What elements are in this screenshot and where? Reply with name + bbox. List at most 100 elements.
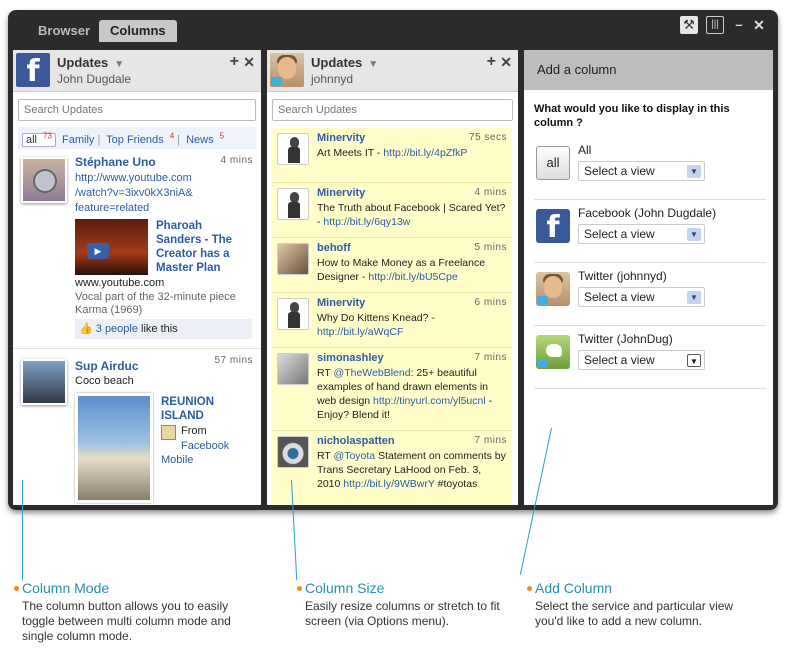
tweet-feed: Minervity 75 secs Art Meets IT - http://… bbox=[272, 128, 512, 505]
twitter-user-icon[interactable] bbox=[536, 272, 570, 306]
tweet-link[interactable]: http://bit.ly/bU5Cpe bbox=[368, 271, 457, 283]
tweet-time: 7 mins bbox=[474, 352, 507, 363]
callout-title: Add Column bbox=[535, 580, 613, 596]
all-button[interactable]: all bbox=[536, 146, 570, 180]
view-select[interactable]: Select a view ▼ bbox=[578, 350, 705, 370]
avatar[interactable] bbox=[21, 157, 67, 203]
tweet-mention[interactable]: @TheWebBlend bbox=[334, 367, 411, 379]
caption-line: Karma (1969) bbox=[75, 304, 143, 316]
mobile-upload-icon bbox=[161, 425, 176, 440]
wrench-icon[interactable]: ⚒ bbox=[680, 16, 698, 34]
list-item: Sup Airduc 57 mins Coco beach REUNION IS… bbox=[13, 349, 261, 505]
tweet-time: 75 secs bbox=[469, 132, 507, 143]
divider: | bbox=[177, 133, 181, 146]
close-column-icon[interactable]: ✕ bbox=[500, 54, 512, 71]
tweet-author[interactable]: Minervity bbox=[317, 297, 365, 309]
album-line: REUNION bbox=[161, 396, 215, 408]
chevron-down-icon[interactable]: ▼ bbox=[114, 59, 124, 70]
tweet-link[interactable]: http://bit.ly/4pZfkP bbox=[383, 147, 467, 159]
close-icon[interactable]: ✕ bbox=[750, 16, 768, 34]
avatar[interactable] bbox=[277, 243, 309, 275]
panel-title: Add a column bbox=[524, 50, 773, 90]
tweet-author[interactable]: simonashley bbox=[317, 352, 384, 364]
chevron-down-icon[interactable]: ▼ bbox=[687, 165, 701, 178]
add-icon[interactable]: + bbox=[487, 53, 496, 71]
tweet-text: RT bbox=[317, 450, 334, 462]
tweet-text: Art Meets IT - bbox=[317, 147, 384, 159]
tab-columns[interactable]: Columns bbox=[99, 20, 177, 42]
chevron-down-icon[interactable]: ▼ bbox=[687, 228, 701, 241]
play-icon[interactable]: ▶ bbox=[87, 243, 109, 259]
tweet-author[interactable]: behoff bbox=[317, 242, 351, 254]
view-select[interactable]: Select a view ▼ bbox=[578, 161, 705, 181]
filter-count: 73 bbox=[43, 131, 52, 140]
tweet-mention[interactable]: @Toyota bbox=[334, 450, 376, 462]
tweet: Minervity 75 secs Art Meets IT - http://… bbox=[272, 128, 512, 183]
post-time: 4 mins bbox=[220, 155, 253, 166]
tweet-author[interactable]: Minervity bbox=[317, 187, 365, 199]
avatar[interactable] bbox=[277, 133, 309, 165]
close-column-icon[interactable]: ✕ bbox=[243, 54, 255, 71]
divider bbox=[534, 199, 766, 200]
chevron-down-icon[interactable]: ▼ bbox=[687, 354, 701, 367]
callout-column-size: Column Size Easily resize columns or str… bbox=[297, 580, 520, 629]
column-title[interactable]: Updates ▼ bbox=[57, 55, 124, 70]
tweet-link[interactable]: http://bit.ly/aWqCF bbox=[317, 326, 403, 338]
divider: | bbox=[97, 133, 101, 146]
option-label: All bbox=[578, 143, 592, 157]
divider bbox=[534, 325, 766, 326]
column-title-text: Updates bbox=[311, 55, 363, 70]
add-icon[interactable]: + bbox=[230, 53, 239, 71]
from-label: From bbox=[181, 425, 207, 437]
avatar[interactable] bbox=[277, 436, 309, 468]
likes-link[interactable]: 3 people bbox=[96, 323, 138, 335]
post-link[interactable]: http://www.youtube.com /watch?v=3ixv0kX3… bbox=[75, 171, 193, 216]
source-line: Facebook bbox=[181, 440, 230, 452]
post-author[interactable]: Stéphane Uno bbox=[75, 155, 156, 169]
video-thumbnail[interactable]: ▶ bbox=[75, 219, 148, 275]
tab-browser[interactable]: Browser bbox=[27, 20, 101, 42]
video-title[interactable]: Pharoah Sanders - The Creator has a Mast… bbox=[156, 219, 232, 275]
filter-top-friends[interactable]: Top Friends 4 bbox=[106, 131, 174, 146]
from-source[interactable]: Facebook Mobile bbox=[161, 439, 229, 467]
post-author[interactable]: Sup Airduc bbox=[75, 359, 139, 373]
tweet: behoff 5 mins How to Make Money as a Fre… bbox=[272, 238, 512, 293]
select-value: Select a view bbox=[584, 164, 655, 178]
chevron-down-icon[interactable]: ▼ bbox=[687, 291, 701, 304]
column-account: johnnyd bbox=[311, 72, 354, 86]
filter-family[interactable]: Family bbox=[62, 134, 94, 146]
column-title[interactable]: Updates ▼ bbox=[311, 55, 378, 70]
callout-desc: Select the service and particular view y… bbox=[535, 599, 734, 628]
tweet-body: Art Meets IT - http://bit.ly/4pZfkP bbox=[317, 146, 507, 160]
view-select[interactable]: Select a view ▼ bbox=[578, 224, 705, 244]
twitter-bird-icon[interactable] bbox=[536, 335, 570, 369]
tweet-author[interactable]: Minervity bbox=[317, 132, 365, 144]
avatar[interactable] bbox=[277, 298, 309, 330]
album-title[interactable]: REUNION ISLAND bbox=[161, 395, 214, 423]
tweet-link[interactable]: http://bit.ly/9WBwrY bbox=[343, 478, 434, 490]
callout-title: Column Mode bbox=[22, 580, 110, 596]
bullet-icon bbox=[527, 586, 532, 591]
panels-icon[interactable]: ||| bbox=[706, 16, 724, 34]
view-select[interactable]: Select a view ▼ bbox=[578, 287, 705, 307]
add-column-panel: Add a column What would you like to disp… bbox=[524, 50, 773, 505]
search-input[interactable] bbox=[272, 99, 513, 121]
avatar[interactable] bbox=[277, 353, 309, 385]
filter-all[interactable]: all 73 bbox=[22, 131, 56, 147]
minimize-icon[interactable]: – bbox=[730, 16, 748, 34]
tweet-body: RT @TheWebBlend: 25+ beautiful examples … bbox=[317, 366, 507, 422]
filter-news[interactable]: News 5 bbox=[186, 131, 224, 146]
tweet-link[interactable]: http://bit.ly/6qy13w bbox=[323, 216, 410, 228]
tweet-author[interactable]: nicholaspatten bbox=[317, 435, 395, 447]
tweet-text: #toyotas bbox=[434, 478, 478, 490]
photo[interactable] bbox=[75, 393, 153, 503]
facebook-icon[interactable]: f bbox=[536, 209, 570, 245]
chevron-down-icon[interactable]: ▼ bbox=[368, 59, 378, 70]
caption-line: Vocal part of the 32-minute piece bbox=[75, 291, 236, 303]
search-input[interactable] bbox=[18, 99, 256, 121]
facebook-icon: f bbox=[16, 53, 50, 89]
select-value: Select a view bbox=[584, 353, 655, 367]
avatar[interactable] bbox=[277, 188, 309, 220]
avatar[interactable] bbox=[21, 359, 67, 405]
tweet-link[interactable]: http://tinyurl.com/yl5ucnl bbox=[373, 395, 486, 407]
